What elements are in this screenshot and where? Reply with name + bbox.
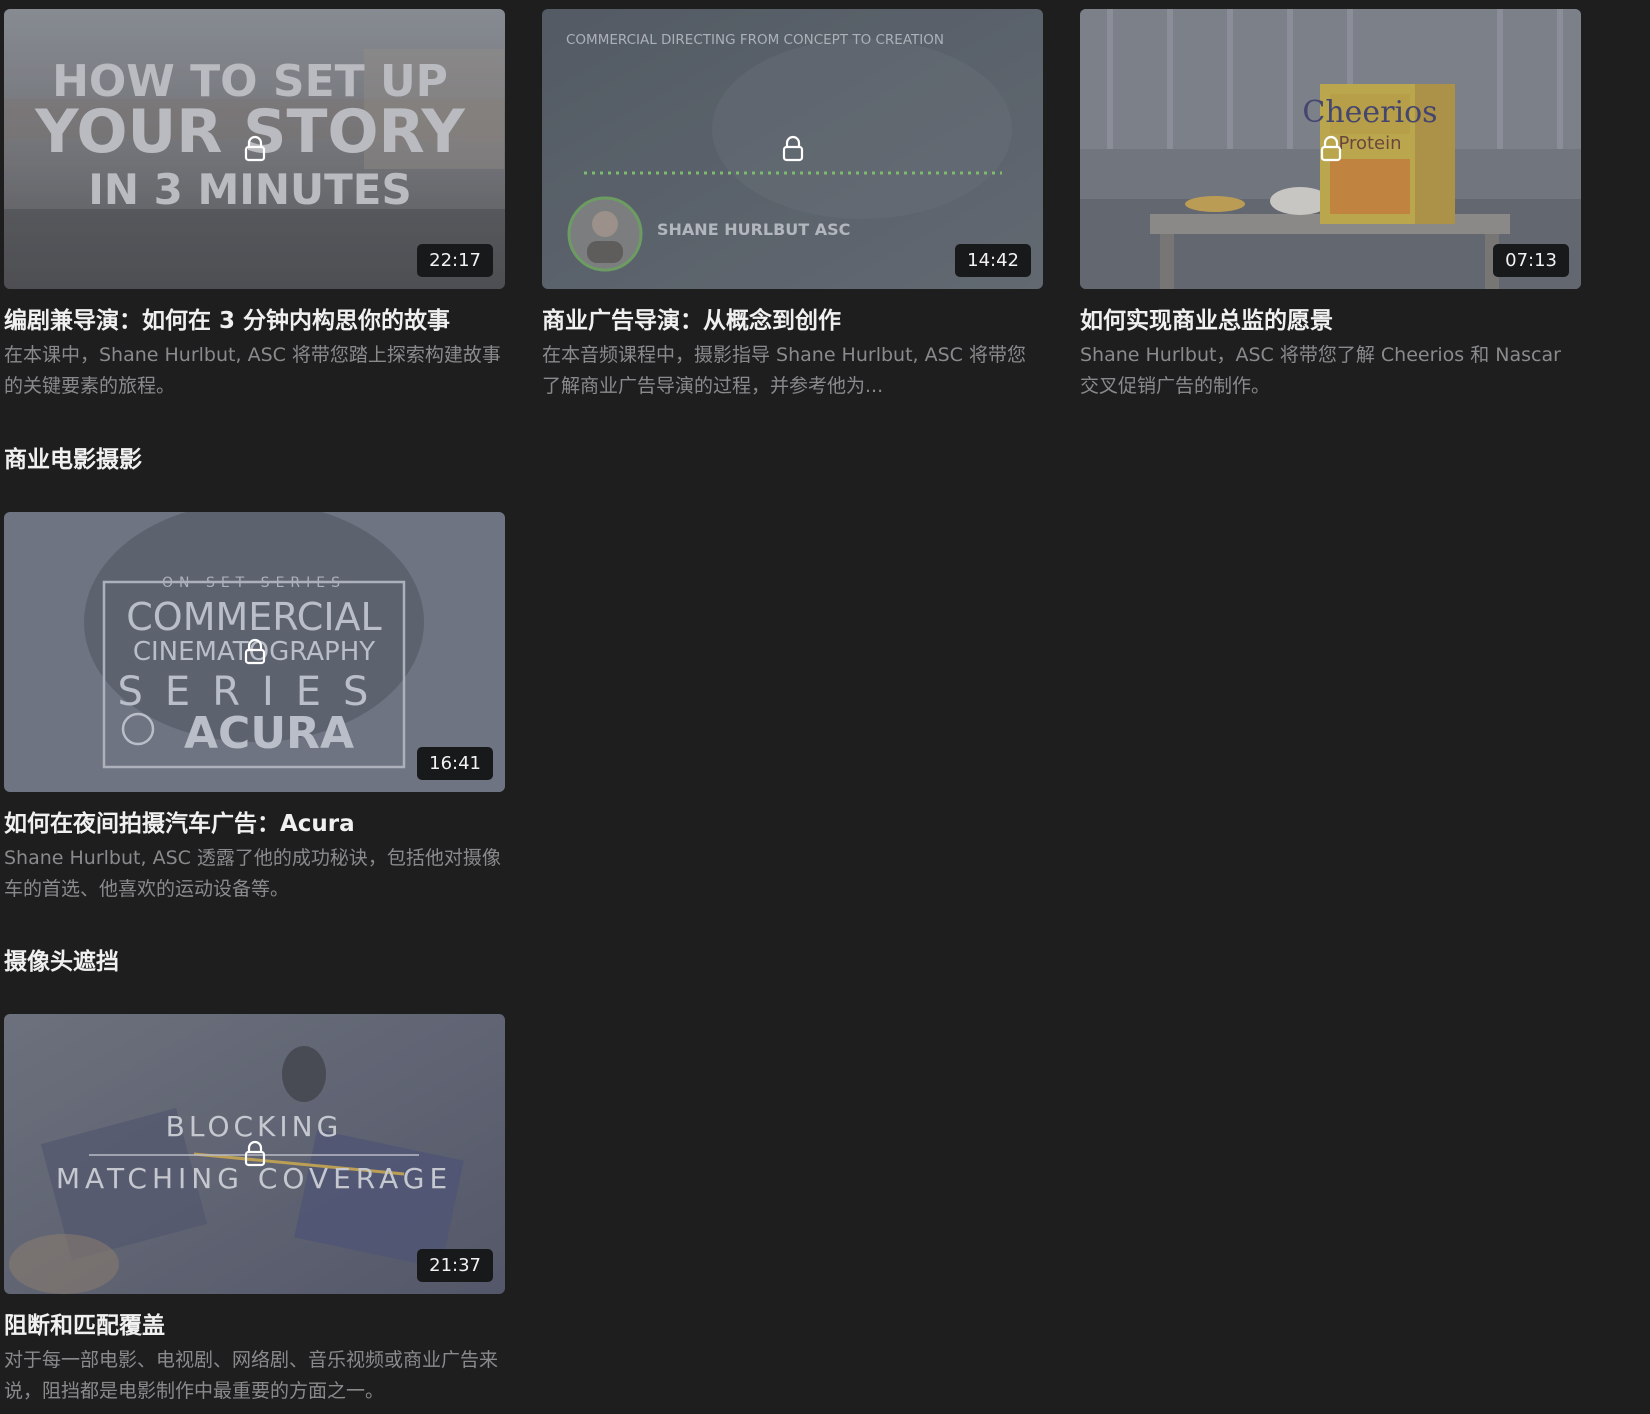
course-title[interactable]: 如何实现商业总监的愿景 — [1080, 306, 1581, 336]
course-thumbnail[interactable]: ON SET SERIES COMMERCIAL CINEMATOGRAPHY … — [4, 512, 505, 792]
lock-icon — [244, 1140, 265, 1167]
thumb-brand-sub: Protein — [1338, 133, 1401, 154]
thumb-brand: Cheerios — [1302, 95, 1437, 130]
thumb-name: SHANE HURLBUT ASC — [657, 220, 850, 239]
course-card[interactable]: HOW TO SET UP YOUR STORY IN 3 MINUTES 22… — [4, 9, 505, 402]
course-row: ON SET SERIES COMMERCIAL CINEMATOGRAPHY … — [4, 512, 505, 905]
course-card[interactable]: Cheerios Protein 07:13 如何实现商业总监的愿景 Shane… — [1080, 9, 1581, 402]
course-thumbnail[interactable]: COMMERCIAL DIRECTING FROM CONCEPT TO CRE… — [542, 9, 1043, 289]
course-description: Shane Hurlbut, ASC 透露了他的成功秘诀，包括他对摄像车的首选、… — [4, 847, 501, 900]
course-thumbnail[interactable]: HOW TO SET UP YOUR STORY IN 3 MINUTES 22… — [4, 9, 505, 289]
course-title[interactable]: 商业广告导演：从概念到创作 — [542, 306, 1043, 336]
thumb-line-1: HOW TO SET UP — [52, 56, 448, 107]
thumb-title: COMMERCIAL DIRECTING FROM CONCEPT TO CRE… — [566, 32, 944, 48]
course-card[interactable]: COMMERCIAL DIRECTING FROM CONCEPT TO CRE… — [542, 9, 1043, 402]
duration-badge: 22:17 — [417, 244, 493, 277]
section-heading: 摄像头遮挡 — [4, 949, 119, 975]
course-title[interactable]: 编剧兼导演：如何在 3 分钟内构思你的故事 — [4, 306, 505, 336]
course-description: 对于每一部电影、电视剧、网络剧、音乐视频或商业广告来说，阻挡都是电影制作中最重要… — [4, 1349, 499, 1402]
thumb-line-1: ON SET SERIES — [162, 575, 346, 591]
duration-badge: 07:13 — [1493, 244, 1569, 277]
lock-icon — [782, 135, 803, 162]
course-description: Shane Hurlbut，ASC 将带您了解 Cheerios 和 Nasca… — [1080, 344, 1561, 397]
course-row: BLOCKING MATCHING COVERAGE 21:37 阻断和匹配覆盖… — [4, 1014, 505, 1407]
course-description: 在本音频课程中，摄影指导 Shane Hurlbut, ASC 将带您了解商业广… — [542, 344, 1026, 397]
section-heading: 商业电影摄影 — [4, 447, 142, 473]
course-card[interactable]: BLOCKING MATCHING COVERAGE 21:37 阻断和匹配覆盖… — [4, 1014, 505, 1407]
thumb-line-2: COMMERCIAL — [126, 595, 381, 639]
thumb-line-4: SERIES — [118, 669, 391, 715]
course-thumbnail[interactable]: Cheerios Protein 07:13 — [1080, 9, 1581, 289]
thumb-line-3: IN 3 MINUTES — [88, 165, 412, 214]
lock-icon — [1320, 135, 1341, 162]
course-list-page: HOW TO SET UP YOUR STORY IN 3 MINUTES 22… — [0, 0, 1650, 1414]
lock-icon — [244, 638, 265, 665]
duration-badge: 16:41 — [417, 747, 493, 780]
course-card[interactable]: ON SET SERIES COMMERCIAL CINEMATOGRAPHY … — [4, 512, 505, 905]
course-thumbnail[interactable]: BLOCKING MATCHING COVERAGE 21:37 — [4, 1014, 505, 1294]
lock-icon — [244, 135, 265, 162]
course-title[interactable]: 如何在夜间拍摄汽车广告：Acura — [4, 809, 505, 839]
course-description: 在本课中，Shane Hurlbut, ASC 将带您踏上探索构建故事的关键要素… — [4, 344, 501, 397]
course-row: HOW TO SET UP YOUR STORY IN 3 MINUTES 22… — [4, 9, 1581, 402]
course-title[interactable]: 阻断和匹配覆盖 — [4, 1311, 505, 1341]
duration-badge: 21:37 — [417, 1249, 493, 1282]
duration-badge: 14:42 — [955, 244, 1031, 277]
thumb-line-5: ACURA — [184, 708, 354, 759]
